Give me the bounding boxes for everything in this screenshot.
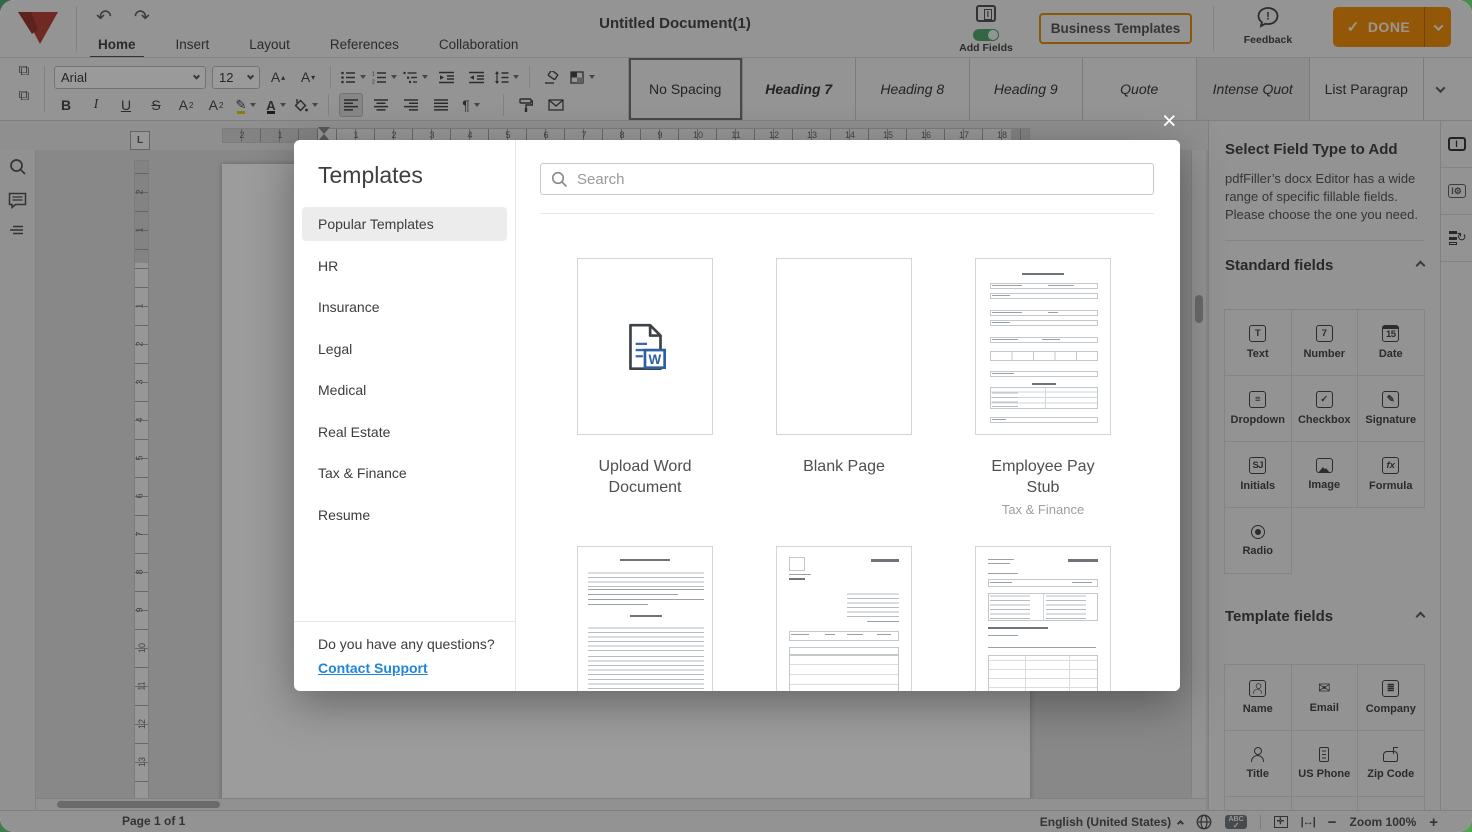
blank-page-thumbnail[interactable] xyxy=(776,258,912,435)
template-card-invoice-2[interactable] xyxy=(975,546,1111,691)
template-card-upload-word[interactable]: W Upload Word Document xyxy=(577,258,713,498)
template-search-input[interactable] xyxy=(577,171,1143,188)
template-category: Tax & Finance xyxy=(975,502,1111,517)
nav-real-estate[interactable]: Real Estate xyxy=(302,415,507,449)
nav-insurance[interactable]: Insurance xyxy=(302,290,507,324)
search-icon xyxy=(551,171,568,188)
nav-tax-finance[interactable]: Tax & Finance xyxy=(302,456,507,490)
templates-modal: Templates Popular Templates HR Insurance… xyxy=(294,140,1180,691)
templates-main: W Upload Word Document Blank Page xyxy=(516,140,1180,691)
nav-hr[interactable]: HR xyxy=(302,249,507,283)
contact-support-link[interactable]: Contact Support xyxy=(318,660,428,676)
modal-close-icon[interactable]: × xyxy=(1162,109,1177,134)
lease-agreement-thumbnail[interactable] xyxy=(577,546,713,691)
svg-text:W: W xyxy=(648,352,661,367)
template-title: Upload Word Document xyxy=(577,456,713,498)
pay-stub-thumbnail[interactable] xyxy=(975,258,1111,435)
template-title: Blank Page xyxy=(776,456,912,477)
nav-legal[interactable]: Legal xyxy=(302,332,507,366)
template-card-employee-pay-stub[interactable]: Employee Pay Stub Tax & Finance xyxy=(975,258,1111,517)
modal-title: Templates xyxy=(318,162,515,189)
nav-resume[interactable]: Resume xyxy=(302,498,507,532)
invoice-thumbnail[interactable] xyxy=(776,546,912,691)
template-card-blank-page[interactable]: Blank Page xyxy=(776,258,912,477)
nav-medical[interactable]: Medical xyxy=(302,373,507,407)
template-card-invoice[interactable] xyxy=(776,546,912,691)
nav-popular-templates[interactable]: Popular Templates xyxy=(302,207,507,241)
support-question: Do you have any questions? xyxy=(318,636,515,652)
templates-sidebar: Templates Popular Templates HR Insurance… xyxy=(294,140,516,691)
template-title: Employee Pay Stub xyxy=(975,456,1111,498)
template-search[interactable] xyxy=(540,163,1154,195)
invoice-2-thumbnail[interactable] xyxy=(975,546,1111,691)
word-document-icon: W xyxy=(617,319,675,377)
upload-word-thumbnail[interactable]: W xyxy=(577,258,713,435)
app-window: ↶ ↷ Home Insert Layout References Collab… xyxy=(0,0,1472,832)
template-card-lease-agreement[interactable] xyxy=(577,546,713,691)
